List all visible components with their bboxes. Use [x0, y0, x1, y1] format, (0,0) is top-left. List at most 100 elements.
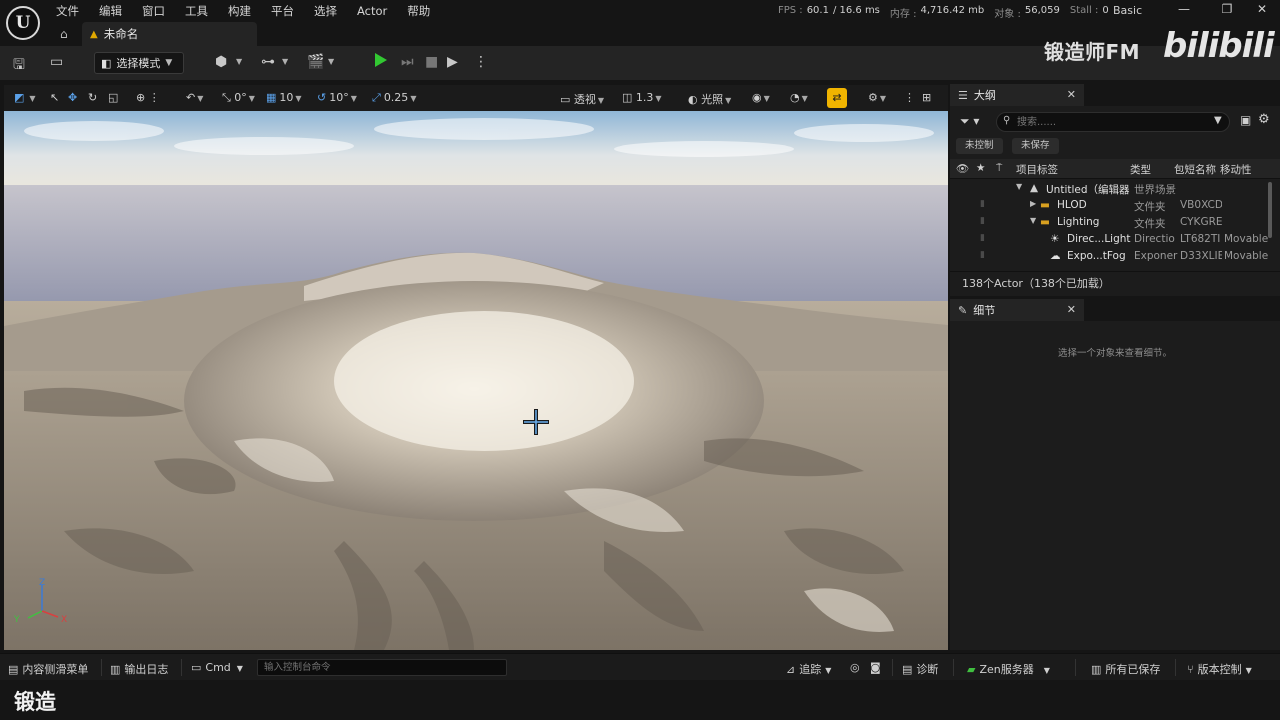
details-tab[interactable]: ✎ 细节 ✕: [950, 299, 1084, 321]
expand-arrow-icon[interactable]: ▼: [1016, 182, 1022, 191]
level-tab-label: 未命名: [103, 27, 139, 41]
expand-arrow-icon[interactable]: ▶: [1030, 199, 1036, 208]
record-icon[interactable]: ◎: [850, 661, 860, 674]
play-icon[interactable]: [375, 53, 387, 67]
view-mode-label: 透视: [573, 93, 596, 106]
content-browser-icon[interactable]: ▭: [50, 54, 63, 70]
output-log-button[interactable]: ▥ 输出日志: [110, 661, 168, 677]
menu-help[interactable]: 帮助: [407, 3, 430, 19]
menu-file[interactable]: 文件: [56, 3, 79, 19]
menu-window[interactable]: 窗口: [142, 3, 165, 19]
close-icon[interactable]: ✕: [1067, 88, 1076, 101]
chevron-down-icon[interactable]: ▼: [236, 57, 242, 66]
game-view-toggle-icon[interactable]: ⇄: [827, 88, 847, 108]
chevron-down-icon[interactable]: ▼: [328, 57, 334, 66]
scale-snap-value: 0.25: [383, 91, 409, 104]
visibility-icon[interactable]: ▮: [980, 233, 985, 243]
level-viewport[interactable]: Z Y X: [4, 111, 948, 650]
outliner-row[interactable]: ▮ ☀ Direc...Light Directio LT682TI Movab…: [950, 232, 1268, 249]
more-icon[interactable]: ⋮: [474, 54, 488, 70]
expand-arrow-icon[interactable]: ▼: [1030, 216, 1036, 225]
trace-icon: ⊿: [786, 663, 796, 676]
chevron-down-icon[interactable]: ▼: [1214, 115, 1222, 126]
lit-mode[interactable]: ◐ 光照 ▼: [688, 91, 731, 107]
menu-tools[interactable]: 工具: [185, 3, 208, 19]
layout-name[interactable]: Basic: [1113, 4, 1142, 17]
layout-grid-icon[interactable]: ⊞: [922, 91, 931, 104]
source-control-button[interactable]: ⑂ 版本控制 ▼: [1187, 661, 1252, 677]
visibility-icon[interactable]: ▮: [980, 199, 985, 209]
outliner-row[interactable]: ▮ ▶ ▬ HLOD 文件夹 VB0XCD: [950, 198, 1268, 215]
pin-icon[interactable]: ⍑: [996, 162, 1002, 175]
more-icon[interactable]: ⋮: [904, 91, 915, 104]
cmd-selector[interactable]: ▭ Cmd ▼: [191, 661, 243, 674]
col-package[interactable]: 包短名称: [1174, 162, 1216, 177]
menu-edit[interactable]: 编辑: [99, 3, 122, 19]
save-all-button[interactable]: ▥ 所有已保存: [1091, 661, 1160, 677]
camera-speed[interactable]: ◫ 1.3 ▼: [622, 91, 662, 104]
simulate-icon[interactable]: ▶: [447, 54, 458, 70]
home-icon[interactable]: ⌂: [60, 27, 68, 41]
menu-platform[interactable]: 平台: [271, 3, 294, 19]
zen-server-button[interactable]: ▰ Zen服务器 ▼: [967, 661, 1050, 677]
mode-selector[interactable]: ◧ 选择模式 ▼: [94, 52, 184, 74]
favorite-icon[interactable]: ★: [976, 162, 985, 174]
show-flags-icon[interactable]: ◉ ▼: [752, 91, 770, 104]
realtime-icon[interactable]: ◔ ▼: [790, 91, 808, 104]
visibility-icon[interactable]: 👁: [956, 162, 969, 175]
chevron-down-icon: ▼: [165, 58, 173, 68]
menu-build[interactable]: 构建: [228, 3, 251, 19]
add-actor-icon[interactable]: ⬢: [215, 54, 227, 70]
col-label[interactable]: 项目标签: [1016, 162, 1058, 177]
advance-icon[interactable]: ⏭: [401, 54, 414, 70]
col-type[interactable]: 类型: [1130, 162, 1151, 177]
chip-unsaved[interactable]: 未保存: [1012, 138, 1059, 154]
outliner-search-input[interactable]: [996, 112, 1230, 132]
scale-tool-icon[interactable]: ◱: [108, 91, 118, 104]
content-drawer-button[interactable]: ▤ 内容侧滑菜单: [8, 661, 88, 677]
add-folder-icon[interactable]: ▣: [1240, 113, 1251, 127]
viewport-options-icon[interactable]: ◩ ▼: [14, 91, 36, 104]
translate-tool-icon[interactable]: ✥: [68, 91, 80, 104]
scale-snap[interactable]: ⤢ 0.25 ▼: [372, 91, 416, 105]
rotate-tool-icon[interactable]: ↻: [88, 91, 97, 104]
visibility-icon[interactable]: ▮: [980, 250, 985, 260]
close-icon[interactable]: ✕: [1067, 303, 1076, 316]
grid-snap[interactable]: ▦ 10 ▼: [266, 91, 302, 104]
screenshot-icon[interactable]: ◙: [870, 661, 881, 674]
cinematics-icon[interactable]: 🎬: [307, 54, 324, 70]
outliner-row[interactable]: ▼ ▲ Untitled（编辑器 世界场景: [950, 181, 1268, 198]
outliner-tab[interactable]: ☰ 大纲 ✕: [950, 84, 1084, 106]
rotate-snap[interactable]: ↺ 10° ▼: [317, 91, 357, 104]
unreal-logo[interactable]: U: [6, 6, 40, 40]
chevron-down-icon[interactable]: ▼: [282, 57, 288, 66]
diagnostics-button[interactable]: ▤ 诊断: [902, 661, 938, 677]
save-icon[interactable]: 🖫: [13, 54, 25, 78]
stop-icon[interactable]: ■: [425, 54, 438, 70]
close-icon[interactable]: ✕: [1254, 2, 1270, 16]
filter-icon[interactable]: ⏷ ▾: [960, 114, 979, 129]
menu-select[interactable]: 选择: [314, 3, 337, 19]
outliner-row[interactable]: ▮ ☁ Expo...tFog Exponer D33XLIE Movable: [950, 249, 1268, 266]
outliner-scrollbar[interactable]: [1268, 182, 1272, 238]
console-input[interactable]: [257, 659, 507, 676]
world-space-icon[interactable]: ⊕ ⋮: [136, 91, 160, 104]
chip-uncontrolled[interactable]: 未控制: [956, 138, 1003, 154]
visibility-icon[interactable]: ▮: [980, 216, 985, 226]
col-mobility[interactable]: 移动性: [1220, 162, 1252, 177]
translate-snap[interactable]: ⤡ 0° ▼: [222, 91, 255, 105]
surface-snap-icon[interactable]: ↶ ▼: [186, 91, 203, 104]
blueprint-icon[interactable]: ⊶: [261, 54, 275, 70]
view-mode[interactable]: ▭ 透视 ▼: [560, 91, 604, 107]
trace-button[interactable]: ⊿ 追踪 ▼: [786, 661, 831, 677]
level-tab[interactable]: ▲ 未命名: [82, 22, 257, 46]
outliner-row[interactable]: ▮ ▼ ▬ Lighting 文件夹 CYKGRE: [950, 215, 1268, 232]
viewport-settings-icon[interactable]: ⚙ ▼: [868, 91, 886, 104]
restore-icon[interactable]: ❐: [1219, 2, 1235, 16]
output-log-icon: ▥: [110, 663, 121, 676]
select-tool-icon[interactable]: ↖: [50, 91, 59, 104]
minimize-icon[interactable]: —: [1176, 2, 1192, 16]
gear-icon[interactable]: ⚙: [1258, 112, 1270, 127]
status-bar: ▤内容侧滑菜单 ▥输出日志 ▭Cmd▼ ⊿追踪▼ ◎ ◙ ▤诊断 ▰Zen服务器…: [0, 653, 1280, 680]
menu-actor[interactable]: Actor: [357, 3, 387, 19]
